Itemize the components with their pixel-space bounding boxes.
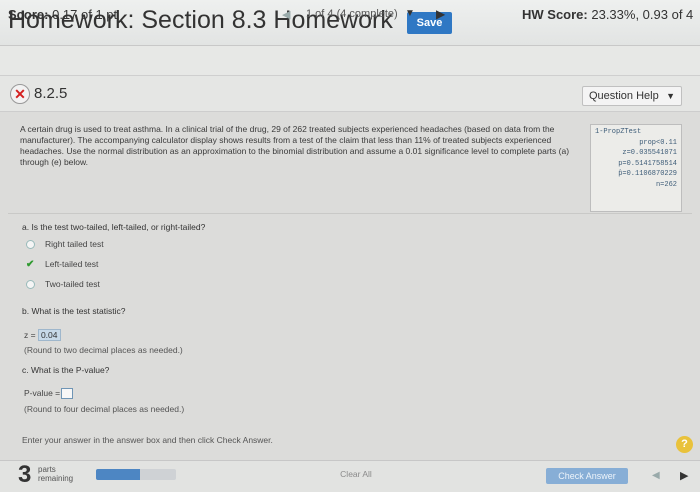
clear-all-button[interactable]: Clear All bbox=[338, 467, 374, 481]
question-help-button[interactable]: Question Help ▼ bbox=[582, 86, 682, 106]
next-icon[interactable]: ▶ bbox=[680, 469, 688, 482]
parts-label-line: remaining bbox=[38, 474, 74, 483]
previous-icon[interactable]: ◀ bbox=[652, 470, 660, 481]
previous-question-icon[interactable]: ◀ bbox=[282, 8, 290, 21]
test-statistic-answer[interactable]: 0.04 bbox=[37, 329, 61, 341]
question-stem: A certain drug is used to treat asthma. … bbox=[20, 124, 570, 167]
hw-score-label: HW Score: bbox=[522, 7, 588, 22]
hw-score-value: 23.33%, 0.93 of 4 bbox=[591, 7, 694, 22]
radio-button[interactable] bbox=[26, 280, 35, 290]
calculator-line: n=262 bbox=[655, 180, 677, 189]
option-right-tailed[interactable]: Right tailed test bbox=[26, 239, 104, 250]
calculator-line: p̂=0.1106870229 bbox=[618, 170, 677, 178]
option-label: Left-tailed test bbox=[45, 259, 99, 269]
option-left-tailed[interactable]: ✔ Left-tailed test bbox=[26, 259, 98, 270]
p-value-row: P-value = bbox=[24, 388, 74, 400]
rounding-note: (Round to four decimal places as needed.… bbox=[24, 404, 185, 414]
question-counter[interactable]: 1 of 4 (4 complete) bbox=[306, 8, 398, 20]
p-value-prefix: P-value = bbox=[24, 388, 61, 398]
part-b-prompt: b. What is the test statistic? bbox=[22, 306, 126, 316]
parts-remaining-count: 3 bbox=[18, 461, 32, 488]
calculator-display[interactable]: 1-PropZTest prop<0.11 z=0.035541071 p=0.… bbox=[590, 124, 682, 212]
part-c-prompt: c. What is the P-value? bbox=[22, 365, 110, 375]
checkmark-icon[interactable]: ✔ bbox=[26, 259, 35, 270]
option-two-tailed[interactable]: Two-tailed test bbox=[26, 279, 100, 290]
hw-score: HW Score: 23.33%, 0.93 of 4 bbox=[522, 7, 693, 22]
part-a-prompt: a. Is the test two-tailed, left-tailed, … bbox=[22, 222, 206, 232]
rounding-note: (Round to two decimal places as needed.) bbox=[24, 345, 183, 355]
radio-button[interactable] bbox=[26, 240, 35, 250]
incorrect-icon: ✕ bbox=[10, 84, 30, 104]
progress-fill bbox=[96, 469, 140, 480]
p-value-input[interactable] bbox=[61, 388, 74, 400]
parts-label-line: parts bbox=[38, 465, 56, 474]
score-bar bbox=[0, 46, 700, 76]
instructions: Enter your answer in the answer box and … bbox=[22, 435, 273, 445]
check-answer-button[interactable]: Check Answer bbox=[546, 468, 628, 484]
calculator-line: z=0.035541071 bbox=[622, 149, 677, 157]
calculator-line: p=0.5141758514 bbox=[618, 159, 677, 168]
option-label: Right tailed test bbox=[45, 239, 104, 249]
question-help-label: Question Help bbox=[589, 90, 659, 102]
score-label: Score: bbox=[8, 7, 49, 22]
test-statistic-row: z = 0.04 bbox=[24, 329, 61, 341]
divider bbox=[8, 213, 692, 214]
score-value: 0.17 of 1 pt bbox=[52, 7, 118, 22]
progress-bar bbox=[96, 469, 176, 480]
score: Score: 0.17 of 1 pt bbox=[8, 7, 117, 22]
z-prefix: z = bbox=[24, 330, 36, 340]
calculator-line: prop<0.11 bbox=[639, 138, 677, 147]
next-question-icon[interactable]: ▶ bbox=[436, 7, 445, 21]
calculator-line: 1-PropZTest bbox=[595, 128, 642, 136]
help-icon[interactable]: ? bbox=[676, 436, 693, 453]
parts-remaining-label: parts remaining bbox=[38, 465, 73, 483]
chevron-down-icon: ▼ bbox=[666, 91, 675, 101]
option-label: Two-tailed test bbox=[45, 279, 100, 289]
question-number: 8.2.5 bbox=[34, 85, 68, 102]
chevron-down-icon[interactable]: ▼ bbox=[405, 8, 415, 19]
